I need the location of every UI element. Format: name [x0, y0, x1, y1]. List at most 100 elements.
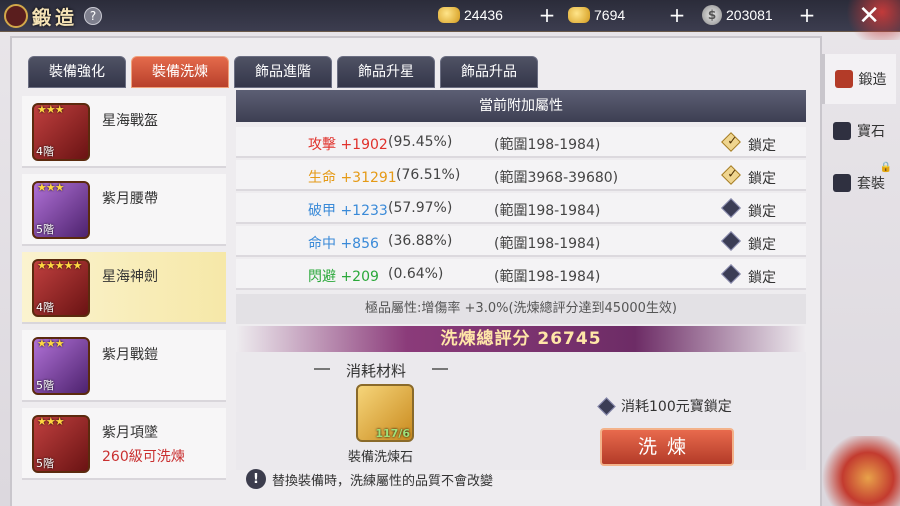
add-gold-bag-button[interactable]: +	[668, 5, 686, 25]
armor-icon: ★★★ 5階	[32, 337, 90, 395]
stage-label: 4階	[36, 301, 54, 314]
lock-label: 鎖定	[748, 204, 776, 220]
lock-cost-text: 消耗100元寶鎖定	[621, 399, 732, 415]
currency-value: 24436	[464, 7, 503, 23]
side-item-label: 套裝	[857, 176, 885, 192]
title-area: 鍛造 ?	[4, 0, 103, 32]
lock-toggle-icon[interactable]	[721, 231, 741, 251]
attribute-range: (範圍198-1984)	[494, 269, 601, 285]
attribute-range: (範圍198-1984)	[494, 137, 601, 153]
attribute-name: 破甲 +1233	[308, 203, 388, 219]
page-title: 鍛造	[32, 6, 79, 29]
stage-label: 5階	[36, 223, 54, 236]
warning-note: ! 替換裝備時，洗練屬性的品質不會改變	[246, 468, 493, 490]
list-item[interactable]: ★★★ 5階 紫月戰鎧	[22, 330, 226, 402]
star-rating: ★★★	[37, 415, 65, 428]
star-rating: ★★★	[37, 337, 65, 350]
top-bar: 鍛造 ? 24436 + 7694 + $ 203081 + ✕	[0, 0, 900, 40]
list-item-selected[interactable]: ★★★★★ 4階 星海神劍	[22, 252, 226, 324]
attribute-percent: (57.97%)	[388, 200, 453, 216]
star-rating: ★★★	[37, 103, 65, 116]
currency-value: 7694	[594, 7, 626, 23]
side-item-set[interactable]: 套裝 🔒	[822, 158, 896, 208]
item-name: 紫月項墜	[102, 425, 158, 441]
divider-left-icon	[314, 368, 330, 370]
set-icon	[833, 174, 851, 192]
tab-accessory-advance[interactable]: 飾品進階	[234, 56, 332, 88]
silver-coin-icon: $	[702, 5, 722, 25]
star-rating: ★★★	[37, 181, 65, 194]
forge-emblem-icon	[4, 4, 28, 28]
materials-title: 消耗材料	[346, 362, 407, 380]
currency-silver: $ 203081	[702, 4, 773, 26]
diamond-icon	[597, 396, 616, 416]
tab-equip-enhance[interactable]: 裝備強化	[28, 56, 126, 88]
tab-equip-refine[interactable]: 裝備洗煉	[131, 56, 229, 88]
lock-toggle-icon[interactable]	[721, 132, 741, 152]
refine-stone-icon[interactable]: 117/6	[356, 384, 414, 442]
tab-accessory-star[interactable]: 飾品升星	[337, 56, 435, 88]
close-button[interactable]: ✕	[858, 3, 880, 29]
lock-toggle-icon[interactable]	[721, 264, 741, 284]
refine-button[interactable]: 洗煉	[600, 428, 734, 466]
stage-label: 4階	[36, 145, 54, 158]
item-name: 星海戰盔	[102, 113, 158, 129]
belt-icon: ★★★ 5階	[32, 181, 90, 239]
item-name: 星海神劍	[102, 269, 158, 285]
attribute-name: 閃避 +209	[308, 269, 379, 285]
lock-toggle-icon[interactable]	[721, 198, 741, 218]
list-item[interactable]: ★★★ 4階 星海戰盔	[22, 96, 226, 168]
lock-label: 鎖定	[748, 138, 776, 154]
attribute-row: 攻擊 +1902 (95.45%) (範圍198-1984) 鎖定	[236, 127, 806, 158]
attribute-percent: (36.88%)	[388, 233, 453, 249]
materials-section: 消耗材料 117/6 裝備洗煉石 消耗100元寶鎖定 洗煉	[236, 352, 806, 470]
attribute-row: 生命 +31291 (76.51%) (範圍3968-39680) 鎖定	[236, 160, 806, 191]
lock-toggle-icon[interactable]	[721, 165, 741, 185]
add-gold-ingot-button[interactable]: +	[538, 5, 556, 25]
divider-right-icon	[432, 368, 448, 370]
attribute-percent: (76.51%)	[396, 167, 461, 183]
pendant-icon: ★★★ 5階	[32, 415, 90, 473]
list-item[interactable]: ★★★ 5階 紫月腰帶	[22, 174, 226, 246]
lock-label: 鎖定	[748, 270, 776, 286]
side-item-label: 寶石	[857, 124, 885, 140]
lock-label: 鎖定	[748, 171, 776, 187]
gold-bag-icon	[568, 7, 590, 23]
side-item-forge[interactable]: 鍛造	[822, 54, 896, 104]
attribute-row: 破甲 +1233 (57.97%) (範圍198-1984) 鎖定	[236, 193, 806, 224]
material-name: 裝備洗煉石	[348, 450, 414, 465]
sword-icon: ★★★★★ 4階	[32, 259, 90, 317]
attribute-range: (範圍198-1984)	[494, 203, 601, 219]
currency-value: 203081	[726, 7, 773, 23]
item-level-requirement: 260級可洗煉	[102, 449, 185, 465]
refine-score-banner: 洗煉總評分 26745	[236, 326, 806, 352]
currency-gold-ingot: 24436	[438, 4, 503, 26]
attribute-percent: (0.64%)	[388, 266, 444, 282]
hammer-icon	[834, 70, 853, 88]
item-name: 紫月戰鎧	[102, 347, 158, 363]
attribute-name: 命中 +856	[308, 236, 379, 252]
warning-text: 替換裝備時，洗練屬性的品質不會改變	[272, 473, 494, 489]
tab-accessory-grade[interactable]: 飾品升品	[440, 56, 538, 88]
list-item[interactable]: ★★★ 5階 紫月項墜 260級可洗煉	[22, 408, 226, 480]
attribute-name: 生命 +31291	[308, 170, 397, 186]
padlock-icon: 🔒	[879, 162, 892, 173]
material-count: 117/6	[375, 427, 410, 440]
add-silver-button[interactable]: +	[798, 5, 816, 25]
stage-label: 5階	[36, 379, 54, 392]
attributes-header: 當前附加屬性	[236, 90, 806, 122]
gem-icon	[833, 122, 851, 140]
attribute-row: 命中 +856 (36.88%) (範圍198-1984) 鎖定	[236, 226, 806, 257]
lock-cost-note: 消耗100元寶鎖定	[597, 396, 732, 416]
side-item-gem[interactable]: 寶石	[822, 106, 896, 156]
attribute-range: (範圍198-1984)	[494, 236, 601, 252]
bonus-attribute-note: 極品屬性:增傷率 +3.0%(洗煉總評分達到45000生效)	[236, 294, 806, 324]
equipment-list: ★★★ 4階 星海戰盔 ★★★ 5階 紫月腰帶 ★★★★★ 4階 星海神劍 ★★…	[22, 96, 226, 506]
attribute-row: 閃避 +209 (0.64%) (範圍198-1984) 鎖定	[236, 259, 806, 290]
attribute-range: (範圍3968-39680)	[494, 170, 619, 186]
helmet-icon: ★★★ 4階	[32, 103, 90, 161]
warning-icon: !	[246, 469, 266, 489]
gold-ingot-icon	[438, 7, 460, 23]
help-button[interactable]: ?	[84, 7, 103, 25]
currency-gold-bag: 7694	[568, 4, 625, 26]
